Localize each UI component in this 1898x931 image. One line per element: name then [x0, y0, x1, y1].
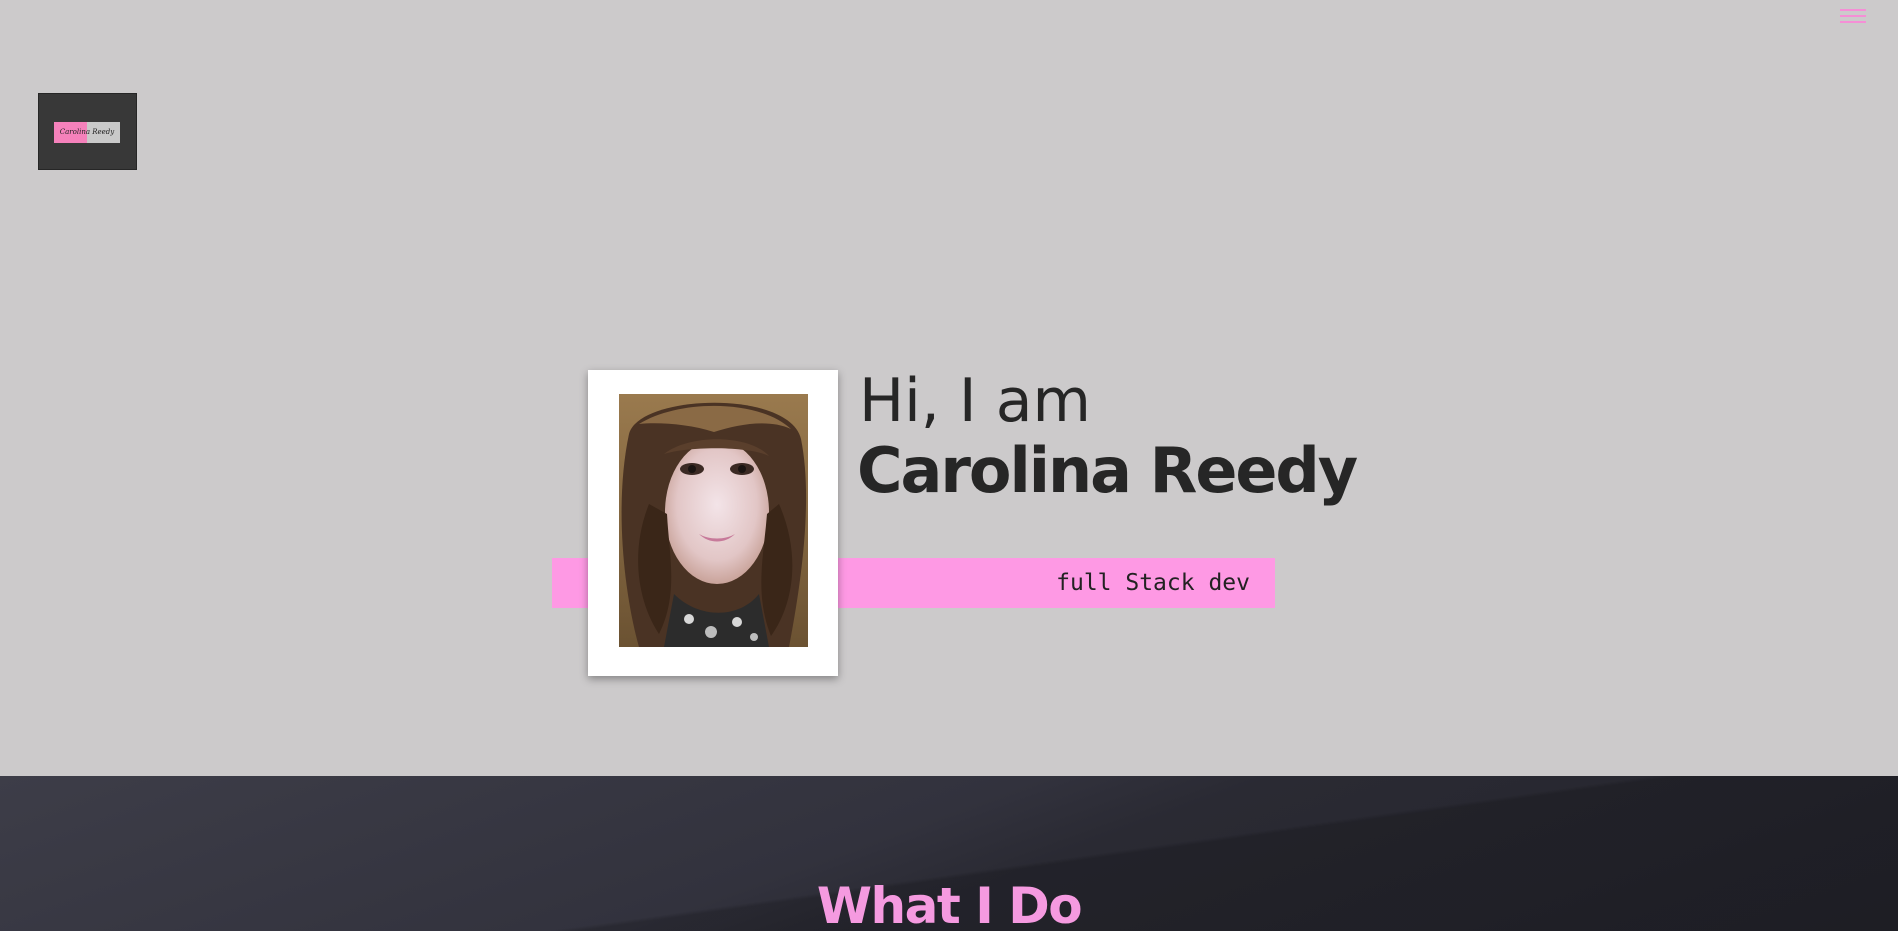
profile-portrait: [619, 394, 808, 647]
menu-bar: [1840, 9, 1866, 11]
site-logo[interactable]: Carolina Reedy: [38, 93, 137, 170]
logo-text: Carolina Reedy: [54, 122, 120, 143]
hamburger-menu-icon[interactable]: [1838, 6, 1868, 26]
section-title: What I Do: [816, 877, 1083, 931]
services-section: What I Do: [0, 776, 1898, 931]
profile-photo-frame: [588, 370, 838, 676]
menu-bar: [1840, 15, 1866, 17]
role-text: full Stack dev: [1056, 570, 1250, 596]
hero-greeting: Hi, I am: [859, 366, 1091, 436]
hero-name: Carolina Reedy: [857, 434, 1358, 507]
profile-photo: [619, 394, 808, 647]
page: Carolina Reedy full Stack dev Hi, I am C…: [0, 0, 1898, 931]
menu-bar: [1840, 21, 1866, 23]
